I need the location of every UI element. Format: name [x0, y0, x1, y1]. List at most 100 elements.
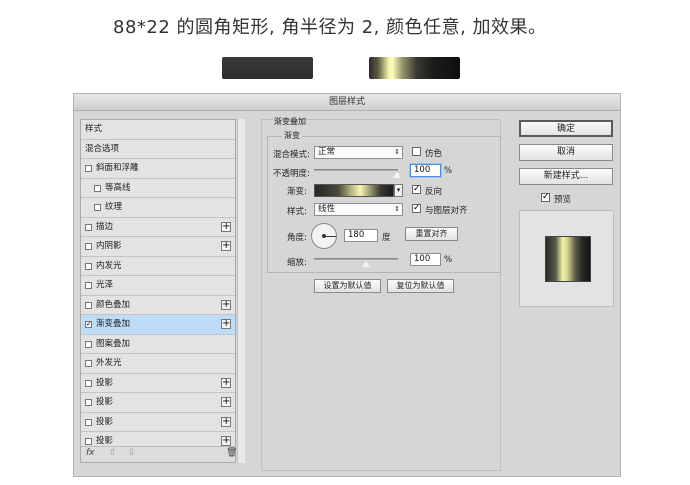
blend-mode-value: 正常	[318, 147, 336, 157]
opacity-label: 不透明度:	[273, 169, 310, 179]
style-item-label: 内发光	[96, 260, 122, 271]
updown-icon: ⇕	[394, 205, 400, 213]
add-style-icon[interactable]: +	[221, 436, 231, 446]
style-item-label: 光泽	[96, 280, 114, 290]
arrow-up-icon[interactable]: ⇧	[109, 448, 117, 458]
styles-list-item[interactable]: 外发光	[81, 354, 235, 374]
add-style-icon[interactable]: +	[221, 397, 231, 407]
styles-list-item[interactable]: 颜色叠加 +	[81, 296, 235, 315]
style-checkbox[interactable]	[85, 438, 92, 445]
add-style-icon[interactable]: +	[221, 221, 231, 232]
style-item-label: 等高线	[105, 182, 131, 193]
style-checkbox[interactable]: ✓	[85, 321, 92, 328]
styles-list-item[interactable]: 内发光	[81, 257, 235, 276]
styles-list-item[interactable]: 斜面和浮雕	[81, 159, 235, 179]
gradient-rounded-rect-swatch	[369, 57, 460, 79]
add-style-icon[interactable]: +	[221, 416, 231, 427]
cancel-button[interactable]: 取消	[519, 144, 613, 161]
style-item-label: 斜面和浮雕	[96, 163, 139, 173]
style-checkbox[interactable]	[85, 340, 92, 348]
angle-unit: 度	[382, 233, 391, 243]
reverse-label: 反向	[425, 187, 443, 197]
reset-alignment-button[interactable]: 重置对齐	[405, 227, 458, 241]
blend-mode-select[interactable]: 正常 ⇕	[314, 146, 403, 159]
scale-input[interactable]: 100	[410, 253, 441, 266]
angle-input[interactable]: 180	[344, 229, 378, 242]
opacity-slider-track[interactable]	[314, 169, 398, 171]
style-checkbox[interactable]	[85, 223, 92, 231]
style-value: 线性	[318, 204, 336, 214]
style-checkbox[interactable]	[94, 204, 101, 211]
gradient-dropdown-arrow[interactable]: ▾	[394, 184, 403, 197]
angle-label: 角度:	[287, 233, 307, 243]
style-item-label: 内阴影	[96, 241, 122, 251]
style-checkbox[interactable]	[85, 165, 92, 172]
style-checkbox[interactable]	[85, 399, 92, 406]
gradient-picker[interactable]	[314, 184, 394, 197]
styles-list-item[interactable]: 样式	[81, 120, 235, 140]
style-checkbox[interactable]	[94, 184, 101, 192]
dither-checkbox[interactable]	[412, 147, 421, 156]
style-item-label: 颜色叠加	[96, 299, 131, 310]
gradient-group-title: 渐变	[282, 130, 302, 141]
style-checkbox[interactable]	[85, 262, 92, 270]
styles-list-item[interactable]: 光泽	[81, 276, 235, 296]
gradient-overlay-section-title: 渐变叠加	[274, 117, 306, 126]
style-checkbox[interactable]	[85, 301, 92, 309]
scale-label: 缩放:	[287, 258, 307, 268]
styles-list-item[interactable]: 图案叠加	[81, 335, 235, 354]
add-style-icon[interactable]: +	[221, 241, 231, 251]
add-style-icon[interactable]: +	[221, 377, 231, 388]
ok-button[interactable]: 确定	[519, 120, 613, 137]
add-style-icon[interactable]: +	[221, 299, 231, 310]
style-checkbox[interactable]	[85, 418, 92, 426]
style-select[interactable]: 线性 ⇕	[314, 203, 403, 216]
angle-dial-center	[322, 234, 326, 238]
scale-slider-track[interactable]	[314, 258, 398, 260]
reverse-checkbox[interactable]: ✓	[412, 185, 421, 194]
styles-list-item[interactable]: 描边 +	[81, 218, 235, 237]
style-item-label: 外发光	[96, 358, 122, 368]
styles-list-item[interactable]: 投影 +	[81, 393, 235, 413]
updown-icon: ⇕	[394, 148, 400, 156]
reset-to-default-button[interactable]: 复位为默认值	[387, 279, 454, 293]
blend-mode-label: 混合模式:	[273, 150, 310, 160]
scale-slider-thumb[interactable]	[362, 261, 370, 267]
styles-list-item[interactable]: 投影 +	[81, 374, 235, 393]
preview-checkbox[interactable]: ✓	[541, 193, 550, 202]
align-with-layer-label: 与图层对齐	[425, 206, 468, 216]
style-item-label: 纹理	[105, 202, 123, 212]
style-item-label: 渐变叠加	[96, 319, 131, 329]
styles-list-item[interactable]: 投影 +	[81, 413, 235, 432]
style-checkbox[interactable]	[85, 379, 92, 387]
angle-dial[interactable]	[311, 223, 337, 249]
trash-icon[interactable]: 🗑	[226, 448, 237, 458]
opacity-input[interactable]: 100	[410, 164, 441, 177]
styles-list-item[interactable]: 混合选项	[81, 140, 235, 159]
opacity-unit: %	[444, 166, 453, 176]
align-with-layer-checkbox[interactable]: ✓	[412, 204, 421, 213]
new-style-button[interactable]: 新建样式...	[519, 168, 613, 185]
style-checkbox[interactable]	[85, 243, 92, 250]
style-item-label: 投影	[96, 377, 114, 388]
add-style-icon[interactable]: +	[221, 319, 231, 329]
style-item-label: 描边	[96, 221, 114, 232]
preview-thumbnail	[545, 236, 591, 282]
dither-label: 仿色	[425, 149, 443, 159]
styles-list-item[interactable]: 纹理	[81, 198, 235, 218]
styles-list-item[interactable]: 内阴影 +	[81, 237, 235, 257]
style-item-label: 投影	[96, 397, 114, 407]
style-checkbox[interactable]	[85, 282, 92, 289]
opacity-slider-thumb[interactable]	[393, 172, 401, 178]
plain-rounded-rect-swatch	[222, 57, 313, 79]
style-label: 样式:	[287, 207, 307, 217]
styles-list-item[interactable]: 等高线	[81, 179, 235, 198]
arrow-down-icon[interactable]: ⇩	[128, 448, 136, 458]
gradient-label: 渐变:	[287, 187, 307, 197]
style-checkbox[interactable]	[85, 360, 92, 367]
styles-list-item[interactable]: ✓ 渐变叠加 +	[81, 315, 235, 335]
dialog-title: 图层样式	[74, 94, 620, 111]
set-as-default-button[interactable]: 设置为默认值	[314, 279, 381, 293]
styles-list-scrollbar[interactable]	[237, 119, 245, 463]
fx-button[interactable]: fx	[86, 448, 95, 458]
